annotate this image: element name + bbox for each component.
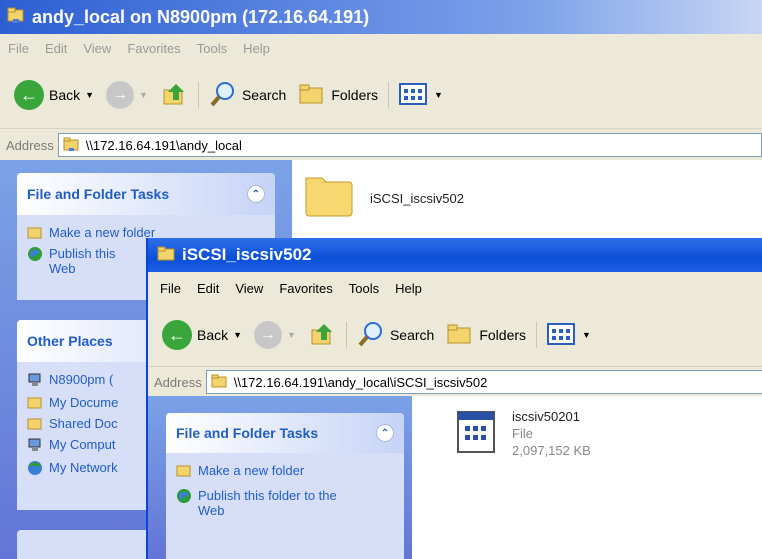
- back-button[interactable]: ← Back ▼: [8, 80, 100, 110]
- front-window-title: iSCSI_iscsiv502: [182, 245, 312, 264]
- front-toolbar: ← Back ▼ → ▼ Search Folders ▼: [148, 304, 762, 366]
- folder-icon: [211, 373, 229, 392]
- file-type: File: [512, 426, 533, 441]
- chevron-down-icon[interactable]: ▼: [233, 330, 242, 340]
- forward-arrow-icon: →: [254, 321, 283, 349]
- chevron-down-icon[interactable]: ▼: [434, 90, 443, 100]
- search-button[interactable]: Search: [351, 320, 440, 351]
- file-icon: [454, 408, 498, 461]
- toolbar-separator: [345, 322, 347, 348]
- toolbar-separator: [536, 322, 538, 348]
- back-toolbar: ← Back ▼ → ▼ Search Folders ▼: [0, 62, 762, 128]
- globe-icon: [176, 488, 192, 507]
- menu-tools[interactable]: Tools: [189, 41, 235, 56]
- front-menu-bar: File Edit View Favorites Tools Help: [148, 272, 762, 304]
- folder-icon: [156, 244, 176, 267]
- new-folder-icon: [27, 225, 43, 242]
- file-name: iscsiv50201: [512, 409, 580, 424]
- search-icon: [209, 80, 237, 111]
- menu-file[interactable]: File: [0, 41, 37, 56]
- forward-arrow-icon: →: [106, 81, 135, 109]
- tasks-heading: File and Folder Tasks: [27, 186, 170, 202]
- other-places-heading: Other Places: [27, 333, 113, 349]
- views-icon: [399, 82, 429, 109]
- back-window-titlebar[interactable]: andy_local on N8900pm (172.16.64.191): [0, 0, 762, 34]
- menu-view[interactable]: View: [75, 41, 119, 56]
- forward-button[interactable]: → ▼: [100, 81, 154, 109]
- computer-icon: [27, 372, 43, 391]
- network-globe-icon: [27, 460, 43, 479]
- front-explorer-window: iSCSI_iscsiv502 File Edit View Favorites…: [146, 238, 762, 559]
- back-window-title: andy_local on N8900pm (172.16.64.191): [32, 6, 370, 27]
- menu-view[interactable]: View: [227, 281, 271, 296]
- views-button[interactable]: ▼: [541, 322, 597, 349]
- back-address-bar: Address \\172.16.64.191\andy_local: [0, 128, 762, 161]
- up-folder-button[interactable]: [154, 80, 194, 111]
- menu-edit[interactable]: Edit: [37, 41, 75, 56]
- folders-icon: [446, 322, 474, 349]
- file-item[interactable]: iscsiv50201 File 2,097,152 KB: [454, 408, 591, 461]
- chevron-down-icon[interactable]: ▼: [85, 90, 94, 100]
- menu-favorites[interactable]: Favorites: [271, 281, 340, 296]
- folders-button[interactable]: Folders: [440, 322, 532, 349]
- network-folder-icon: [6, 5, 26, 30]
- menu-file[interactable]: File: [152, 281, 189, 296]
- documents-folder-icon: [27, 395, 43, 412]
- back-button[interactable]: ← Back ▼: [156, 320, 248, 350]
- address-field[interactable]: \\172.16.64.191\andy_local\iSCSI_iscsiv5…: [205, 370, 762, 394]
- folders-button[interactable]: Folders: [292, 82, 384, 109]
- back-arrow-icon: ←: [162, 320, 192, 350]
- search-button[interactable]: Search: [203, 80, 292, 111]
- folder-item[interactable]: iSCSI_iscsiv502: [302, 172, 464, 225]
- task-make-new-folder[interactable]: Make a new folder: [166, 461, 404, 482]
- menu-help[interactable]: Help: [235, 41, 278, 56]
- up-folder-button[interactable]: [302, 320, 342, 351]
- menu-tools[interactable]: Tools: [341, 281, 387, 296]
- chevron-down-icon[interactable]: ▼: [287, 330, 296, 340]
- search-icon: [357, 320, 385, 351]
- shared-folder-icon: [27, 416, 43, 433]
- folders-icon: [298, 82, 326, 109]
- front-address-bar: Address \\172.16.64.191\andy_local\iSCSI…: [148, 366, 762, 397]
- back-arrow-icon: ←: [14, 80, 44, 110]
- chevron-down-icon[interactable]: ▼: [139, 90, 148, 100]
- up-folder-icon: [308, 320, 336, 351]
- globe-icon: [27, 246, 43, 265]
- menu-favorites[interactable]: Favorites: [119, 41, 188, 56]
- computer-icon: [27, 437, 43, 456]
- address-label: Address: [154, 374, 202, 390]
- collapse-chevron-icon[interactable]: ⌃: [247, 185, 265, 203]
- toolbar-separator: [197, 82, 199, 108]
- menu-edit[interactable]: Edit: [189, 281, 227, 296]
- front-file-folder-tasks: File and Folder Tasks ⌃ Make a new folde…: [166, 413, 404, 559]
- file-size: 2,097,152 KB: [512, 443, 591, 458]
- collapse-chevron-icon[interactable]: ⌃: [376, 424, 394, 442]
- views-button[interactable]: ▼: [393, 82, 449, 109]
- address-label: Address: [6, 137, 54, 153]
- up-folder-icon: [160, 80, 188, 111]
- tasks-heading: File and Folder Tasks: [176, 425, 319, 441]
- toolbar-separator: [388, 82, 390, 108]
- task-publish-folder[interactable]: Publish this folder to the Web: [166, 486, 404, 520]
- new-folder-icon: [176, 463, 192, 480]
- back-menu-bar: File Edit View Favorites Tools Help: [0, 34, 762, 62]
- front-content-area: iscsiv50201 File 2,097,152 KB: [412, 396, 762, 559]
- network-folder-icon: [63, 136, 81, 155]
- forward-button[interactable]: → ▼: [248, 321, 302, 349]
- chevron-down-icon[interactable]: ▼: [582, 330, 591, 340]
- front-window-titlebar[interactable]: iSCSI_iscsiv502: [148, 238, 762, 272]
- menu-help[interactable]: Help: [387, 281, 430, 296]
- folder-icon: [302, 172, 358, 225]
- views-icon: [547, 322, 577, 349]
- address-field[interactable]: \\172.16.64.191\andy_local: [57, 133, 762, 157]
